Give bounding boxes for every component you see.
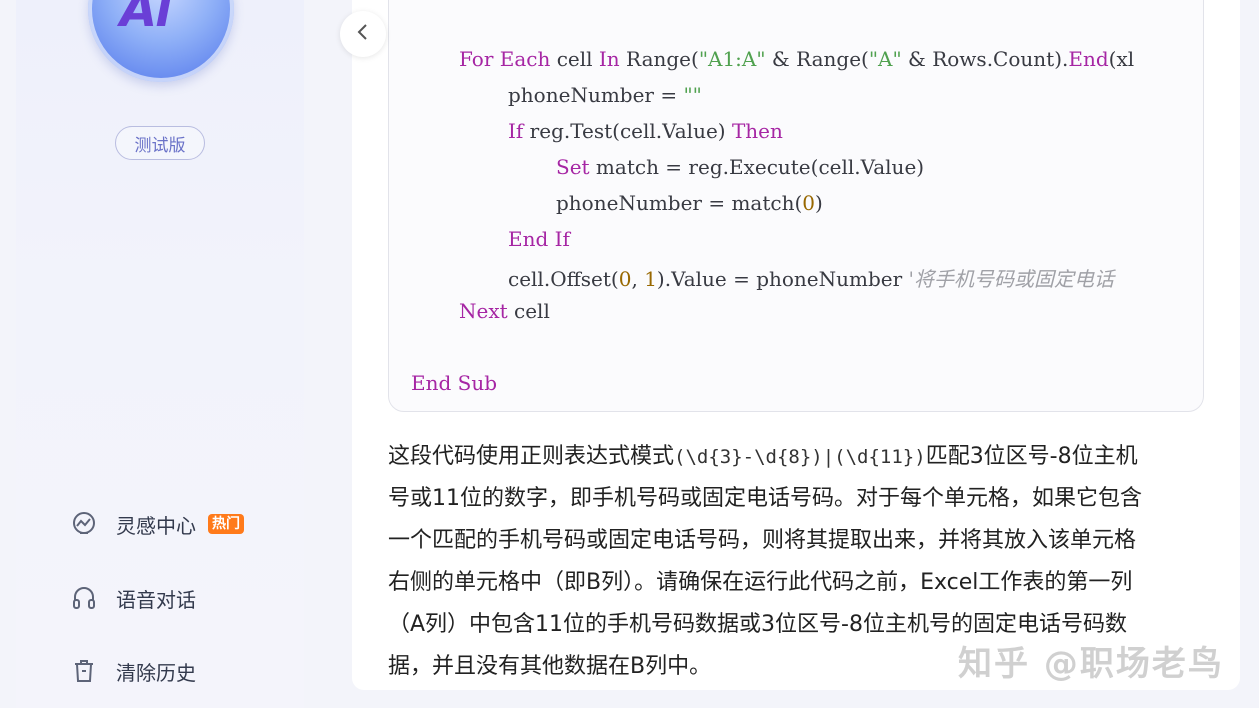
nav-label-clear-history: 清除历史 [116,660,196,685]
headphones-icon [70,584,98,612]
collapse-sidebar-button[interactable] [340,11,386,57]
prose-line: 一个匹配的手机号码或固定电话号码，则将其提取出来，并将其放入该单元格 [388,528,1137,553]
app-logo[interactable]: Ai [88,0,234,82]
nav-item-clear-history[interactable]: 清除历史 [70,651,196,691]
code-line: phoneNumber = match(0) [556,191,823,215]
inspiration-icon [70,510,98,538]
hot-badge: 热门 [208,514,244,534]
chevron-left-icon [356,22,370,46]
code-line: phoneNumber = "" [508,83,702,107]
nav-label-voice-chat: 语音对话 [116,587,196,612]
code-line: If reg.Test(cell.Value) Then [508,119,783,143]
regex-pattern: (\d{3}-\d{8})|(\d{11}) [674,446,926,468]
logo-text: Ai [120,0,172,38]
code-line: End Sub [411,371,498,395]
code-line: Next cell [459,299,550,323]
code-line: End If [508,227,570,251]
nav-item-inspiration[interactable]: 灵感中心 热门 [70,504,244,544]
watermark: 知乎 @职场老鸟 [958,644,1224,684]
nav-label-inspiration: 灵感中心 [116,513,196,538]
prose-line: 号或11位的数字，即手机号码或固定电话号码。对于每个单元格，如果它包含 [388,486,1142,511]
nav-item-voice-chat[interactable]: 语音对话 [70,578,196,618]
code-line: cell.Offset(0, 1).Value = phoneNumber '将… [508,267,1115,291]
beta-badge: 测试版 [115,126,205,160]
prose-line: 这段代码使用正则表达式模式(\d{3}-\d{8})|(\d{11})匹配3位区… [388,444,1138,469]
code-line: Set match = reg.Execute(cell.Value) [556,155,925,179]
trash-icon [70,657,98,685]
prose-line: 右侧的单元格中（即B列）。请确保在运行此代码之前，Excel工作表的第一列 [388,570,1133,595]
code-block[interactable]: For Each cell In Range("A1:A" & Range("A… [388,0,1204,412]
code-line: For Each cell In Range("A1:A" & Range("A… [459,47,1135,71]
sidebar: Ai 测试版 灵感中心 热门 语音对话 清除历史 [16,0,304,708]
